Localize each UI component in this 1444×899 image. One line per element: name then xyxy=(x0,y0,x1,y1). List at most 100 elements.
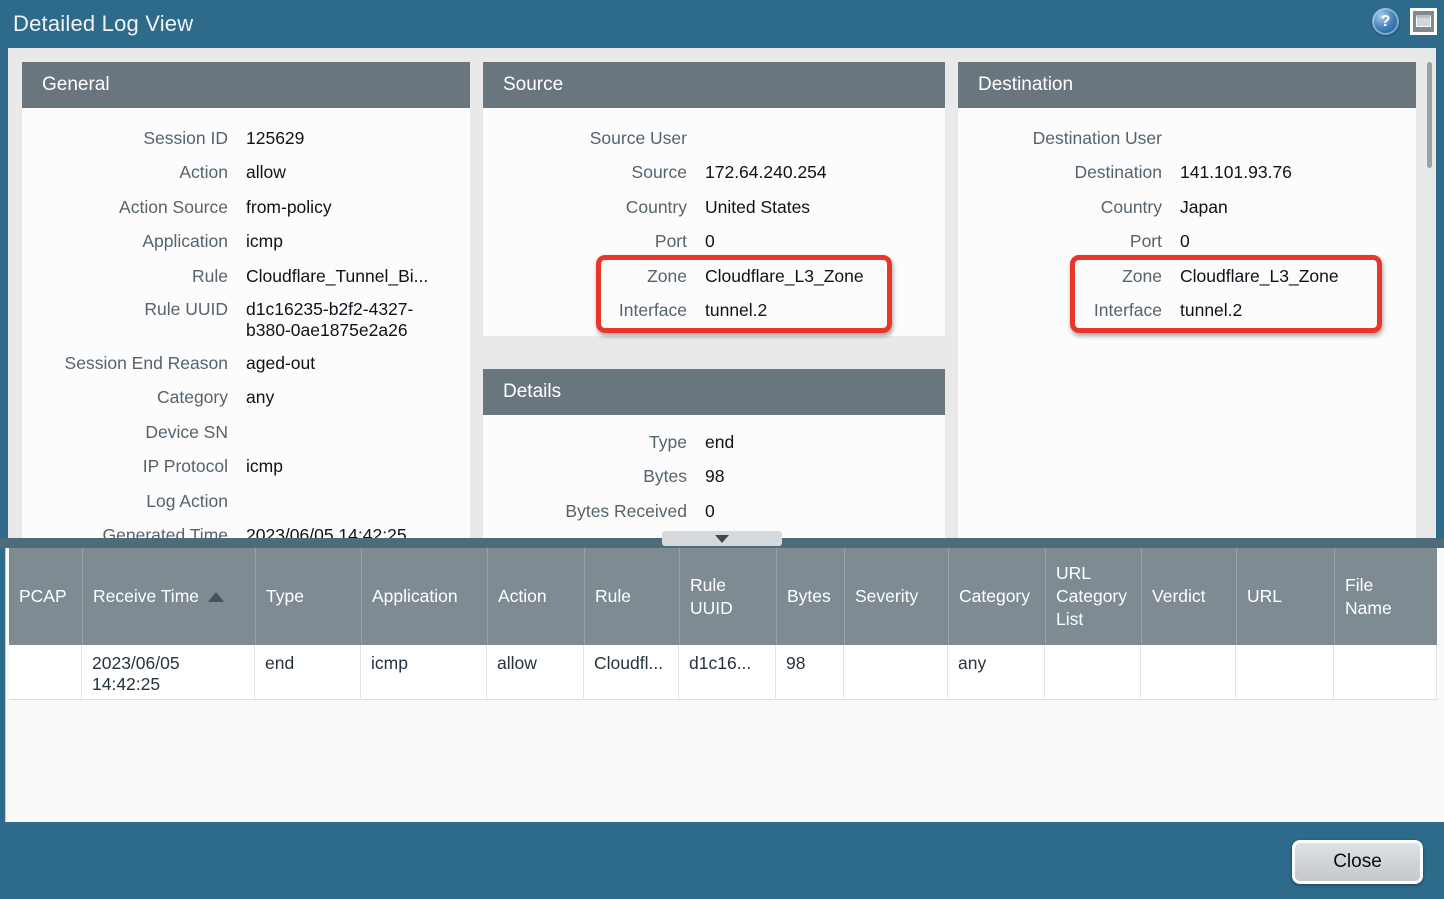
field-label: Port xyxy=(958,224,1162,258)
field-label: Generated Time xyxy=(22,518,228,538)
sort-ascending-icon xyxy=(208,592,224,602)
field-bytes-received: Bytes Received0 xyxy=(483,494,945,528)
field-value: Japan xyxy=(1180,190,1416,224)
field-value: 98 xyxy=(705,459,945,493)
field-session-end-reason: Session End Reason aged-out xyxy=(22,346,470,380)
source-panel-body: Source User Source172.64.240.254 Country… xyxy=(483,108,945,327)
field-label: Source xyxy=(483,155,687,189)
field-bytes: Bytes 98 xyxy=(483,459,945,493)
details-panel-header: Details xyxy=(483,369,945,415)
field-label: Category xyxy=(22,380,228,414)
field-value xyxy=(246,484,470,518)
cell-receive-time: 2023/06/05 14:42:25 xyxy=(82,645,255,700)
field-rule-uuid: Rule UUIDd1c16235-b2f2-4327-b380-0ae1875… xyxy=(22,293,470,346)
column-header-label: File Name xyxy=(1345,574,1397,620)
field-source: Source172.64.240.254 xyxy=(483,155,945,189)
field-value: Cloudflare_L3_Zone xyxy=(705,259,945,293)
general-panel-body: Session ID 125629 Action allow Action Sour… xyxy=(22,108,470,538)
destination-panel: Destination Destination User Destination… xyxy=(958,62,1416,538)
splitter-collapse-handle[interactable] xyxy=(662,531,782,546)
field-label: Rule UUID xyxy=(22,299,228,341)
field-value: 0 xyxy=(1180,224,1416,258)
column-header-file-name[interactable]: File Name xyxy=(1334,548,1437,645)
column-header-type[interactable]: Type xyxy=(255,548,361,645)
cell-category: any xyxy=(948,645,1045,700)
log-table-row[interactable]: 2023/06/05 14:42:25 end icmp allow Cloud… xyxy=(9,645,1437,700)
field-value: end xyxy=(705,425,945,459)
general-panel-header: General xyxy=(22,62,470,108)
field-label: Interface xyxy=(958,293,1162,327)
cell-bytes: 98 xyxy=(776,645,844,700)
column-header-verdict[interactable]: Verdict xyxy=(1141,548,1236,645)
field-value: 125629 xyxy=(246,121,470,155)
field-label: Device SN xyxy=(22,415,228,449)
source-panel: Source Source User Source172.64.240.254 … xyxy=(483,62,945,336)
field-zone: Zone Cloudflare_L3_Zone xyxy=(483,259,945,293)
close-button[interactable]: Close xyxy=(1292,840,1423,884)
general-panel: General Session ID 125629 Action allow Act… xyxy=(22,62,470,538)
cell-verdict xyxy=(1141,645,1236,700)
field-label: Rule xyxy=(22,259,228,293)
column-header-url[interactable]: URL xyxy=(1236,548,1334,645)
field-label: Bytes xyxy=(483,459,687,493)
cell-type: end xyxy=(255,645,361,700)
field-value: tunnel.2 xyxy=(705,293,945,327)
column-header-application[interactable]: Application xyxy=(361,548,487,645)
cell-rule-uuid: d1c16... xyxy=(679,645,776,700)
field-label: Action xyxy=(22,155,228,189)
field-log-action: Log Action xyxy=(22,484,470,518)
column-header-action[interactable]: Action xyxy=(487,548,584,645)
column-header-pcap[interactable]: PCAP xyxy=(9,548,82,645)
cell-severity xyxy=(844,645,948,700)
field-value: aged-out xyxy=(246,346,470,380)
field-interface: Interface tunnel.2 xyxy=(958,293,1416,327)
field-port: Port0 xyxy=(483,224,945,258)
column-header-rule[interactable]: Rule xyxy=(584,548,679,645)
field-label: Session End Reason xyxy=(22,346,228,380)
details-panel: Details Typeend Bytes 98 Bytes Received0 xyxy=(483,369,945,538)
field-zone: ZoneCloudflare_L3_Zone xyxy=(958,259,1416,293)
field-application: Applicationicmp xyxy=(22,224,470,258)
details-panel-body: Typeend Bytes 98 Bytes Received0 xyxy=(483,415,945,528)
field-value xyxy=(1180,121,1416,155)
log-table-section: PCAP Receive Time Type Application Actio… xyxy=(5,548,1444,822)
field-interface: Interfacetunnel.2 xyxy=(483,293,945,327)
field-value: icmp xyxy=(246,449,470,483)
cell-pcap xyxy=(9,645,82,700)
column-header-receive-time[interactable]: Receive Time xyxy=(82,548,255,645)
column-header-category[interactable]: Category xyxy=(948,548,1045,645)
window-pane-glyph xyxy=(1416,15,1431,27)
cell-action: allow xyxy=(487,645,584,700)
field-session-id: Session ID 125629 xyxy=(22,121,470,155)
field-label: Action Source xyxy=(22,190,228,224)
field-value: allow xyxy=(246,155,470,189)
field-country: CountryJapan xyxy=(958,190,1416,224)
page-title: Detailed Log View xyxy=(13,11,193,37)
destination-panel-header: Destination xyxy=(958,62,1416,108)
field-label: Session ID xyxy=(22,121,228,155)
destination-panel-body: Destination User Destination141.101.93.7… xyxy=(958,108,1416,327)
column-header-rule-uuid[interactable]: Rule UUID xyxy=(679,548,776,645)
field-port: Port 0 xyxy=(958,224,1416,258)
help-icon[interactable]: ? xyxy=(1372,8,1399,35)
field-label: Port xyxy=(483,224,687,258)
field-label: Log Action xyxy=(22,484,228,518)
window-restore-icon[interactable] xyxy=(1410,8,1437,35)
cell-url-category-list xyxy=(1045,645,1141,700)
source-panel-header: Source xyxy=(483,62,945,108)
field-destination: Destination141.101.93.76 xyxy=(958,155,1416,189)
field-value: Cloudflare_L3_Zone xyxy=(1180,259,1416,293)
column-header-bytes[interactable]: Bytes xyxy=(776,548,844,645)
column-header-label: Receive Time xyxy=(93,586,199,606)
field-label: Source User xyxy=(483,121,687,155)
vertical-scrollbar-thumb[interactable] xyxy=(1427,62,1432,168)
field-label: Zone xyxy=(483,259,687,293)
column-header-severity[interactable]: Severity xyxy=(844,548,948,645)
field-type: Typeend xyxy=(483,425,945,459)
field-value: tunnel.2 xyxy=(1180,293,1416,327)
field-value: any xyxy=(246,380,470,414)
field-value: 141.101.93.76 xyxy=(1180,155,1416,189)
column-header-url-category-list[interactable]: URL Category List xyxy=(1045,548,1141,645)
field-country: CountryUnited States xyxy=(483,190,945,224)
field-value xyxy=(705,121,945,155)
